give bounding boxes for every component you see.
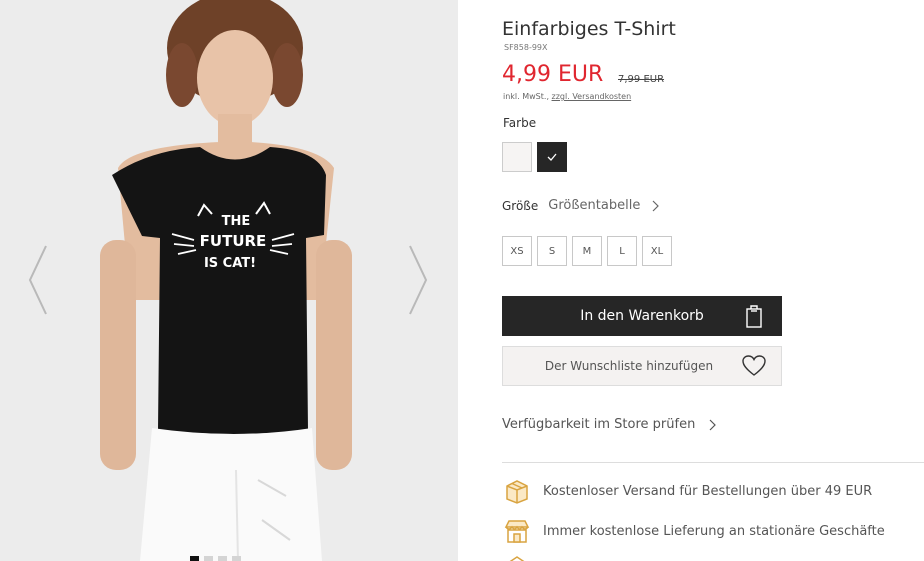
svg-text:THE: THE — [222, 214, 251, 229]
color-swatch-black[interactable] — [537, 142, 567, 172]
shipping-box-icon — [506, 480, 528, 504]
gallery-pagination — [190, 556, 241, 561]
size-chart-link[interactable]: Größentabelle — [548, 198, 640, 213]
product-title: Einfarbiges T-Shirt — [502, 18, 676, 40]
size-option-xl[interactable]: XL — [642, 236, 672, 266]
size-label: Größe — [502, 198, 539, 213]
product-photo: THE FUTURE IS CAT! — [0, 0, 458, 561]
chevron-right-icon — [709, 419, 717, 430]
size-options: XS S M L XL — [502, 236, 672, 266]
svg-text:IS CAT!: IS CAT! — [204, 256, 256, 271]
color-swatch-white[interactable] — [502, 142, 532, 172]
add-to-cart-button[interactable]: In den Warenkorb — [502, 296, 782, 336]
vat-text: inkl. MwSt., — [503, 92, 552, 101]
gallery-dot[interactable] — [218, 556, 227, 561]
old-price: 7,99 EUR — [618, 74, 665, 85]
benefit-partial — [504, 553, 543, 561]
gallery-dot[interactable] — [190, 556, 199, 561]
size-option-m[interactable]: M — [572, 236, 602, 266]
color-label: Farbe — [503, 116, 537, 130]
next-image-arrow-icon[interactable] — [402, 240, 432, 320]
product-image-gallery: THE FUTURE IS CAT! — [0, 0, 458, 561]
benefit-free-shipping: Kostenloser Versand für Bestellungen übe… — [504, 478, 872, 504]
store-availability-link[interactable]: Verfügbarkeit im Store prüfen — [502, 417, 717, 432]
add-to-wishlist-label: Der Wunschliste hinzufügen — [544, 359, 714, 373]
benefit-store-delivery: Immer kostenlose Lieferung an stationäre… — [504, 518, 885, 544]
divider — [502, 462, 924, 463]
add-to-cart-label: In den Warenkorb — [580, 308, 704, 324]
size-option-l[interactable]: L — [607, 236, 637, 266]
size-option-xs[interactable]: XS — [502, 236, 532, 266]
benefit-label: Kostenloser Versand für Bestellungen übe… — [543, 483, 873, 499]
gallery-dot[interactable] — [232, 556, 241, 561]
gallery-dot[interactable] — [204, 556, 213, 561]
add-to-wishlist-button[interactable]: Der Wunschliste hinzufügen — [502, 346, 782, 386]
store-icon — [504, 520, 530, 543]
previous-image-arrow-icon[interactable] — [24, 240, 54, 320]
size-header: Größe Größentabelle — [502, 198, 660, 213]
product-info-panel: Einfarbiges T-Shirt SF858-99X 4,99 EUR 7… — [502, 0, 924, 561]
size-option-s[interactable]: S — [537, 236, 567, 266]
current-price: 4,99 EUR — [502, 62, 604, 87]
store-availability-label: Verfügbarkeit im Store prüfen — [502, 417, 696, 432]
shipping-costs-link[interactable]: zzgl. Versandkosten — [552, 92, 632, 101]
benefit-label: Immer kostenlose Lieferung an stationäre… — [543, 523, 885, 539]
chevron-right-icon[interactable] — [652, 200, 660, 212]
checkmark-icon — [547, 153, 557, 161]
product-sku: SF858-99X — [504, 43, 548, 52]
heart-icon — [742, 355, 766, 376]
benefit-icon — [509, 556, 525, 561]
svg-text:FUTURE: FUTURE — [200, 232, 267, 250]
vat-note: inkl. MwSt., zzgl. Versandkosten — [503, 92, 631, 101]
shopping-bag-icon — [746, 305, 762, 328]
